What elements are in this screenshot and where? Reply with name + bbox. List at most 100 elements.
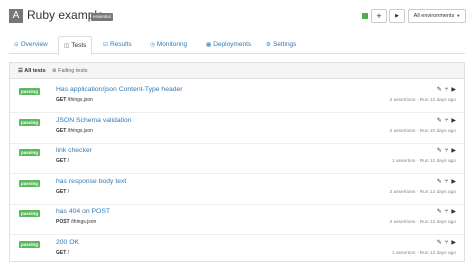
row-actions: ✎ ⑂ ▶ [434,147,456,154]
assertion-count: 1 assertion [391,159,416,164]
edit-icon[interactable]: ✎ [437,87,442,93]
request-method: GET [56,249,67,256]
last-run: Run 12 days ago [419,159,456,164]
run-tests-button[interactable]: ▶ [389,9,405,23]
filter-all-tests[interactable]: ☰ All tests [18,67,46,75]
status-badge: passing [19,210,41,217]
test-request: GET / [56,158,69,164]
monitoring-icon: ◷ [150,42,155,48]
test-row[interactable]: passing link checker GET / ✎ ⑂ ▶ 1 assertion ·… [10,144,464,174]
edit-icon[interactable]: ✎ [437,118,442,124]
branch-icon[interactable]: ⑂ [445,87,449,93]
branch-icon[interactable]: ⑂ [445,179,449,185]
tab-label: Deployments [213,41,252,48]
tab-tests[interactable]: ◫ Tests [58,36,93,55]
last-run: Run 12 days ago [419,250,456,256]
run-icon[interactable]: ▶ [451,87,456,93]
request-method: GET [56,158,67,164]
tab-label: Tests [71,42,87,49]
edit-icon[interactable]: ✎ [437,148,442,154]
tests-icon: ◫ [64,43,70,49]
status-indicator [362,13,368,19]
request-method: GET [56,127,67,134]
plan-badge: essential [91,13,113,21]
test-row[interactable]: passing has 404 on POST POST /things.json ✎… [10,205,464,235]
add-test-button[interactable]: + [371,9,387,23]
assertion-count: 2 assertions [389,220,416,225]
test-row[interactable]: passing 200 OK GET / ✎ ⑂ ▶ 1 assertion · Run 1… [10,236,464,266]
status-badge: passing [19,149,41,156]
edit-icon[interactable]: ✎ [437,179,442,185]
status-badge: passing [19,240,41,248]
test-name-link[interactable]: link checker [56,147,92,154]
tab-deployments[interactable]: ▦ Deployments [201,36,256,54]
row-actions: ✎ ⑂ ▶ [434,86,456,93]
tab-label: Settings [272,41,297,48]
test-meta: 1 assertion · Run 12 days ago [391,159,456,164]
run-icon[interactable]: ▶ [451,148,456,154]
status-badge: passing [19,118,41,126]
test-meta: 2 assertions · Run 12 days ago [389,220,456,225]
row-actions: ✎ ⑂ ▶ [434,178,456,185]
test-name-link[interactable]: JSON Schema validation [56,117,132,124]
project-avatar: A [9,9,23,23]
request-path: /things.json [71,219,97,225]
results-icon: ☑ [103,42,108,48]
last-run: Run 10 days ago [419,128,456,134]
filter-failing-tests[interactable]: ⊗ Failing tests [52,67,88,75]
test-row[interactable]: passing JSON Schema validation GET /things… [10,114,464,144]
branch-icon[interactable]: ⑂ [445,240,449,246]
edit-icon[interactable]: ✎ [437,209,442,215]
test-filter-nav: ☰ All tests ⊗ Failing tests [10,63,464,79]
row-actions: ✎ ⑂ ▶ [434,117,456,124]
row-actions: ✎ ⑂ ▶ [434,239,456,246]
edit-icon[interactable]: ✎ [437,240,442,246]
tab-settings[interactable]: ⚙ Settings [261,36,301,54]
run-icon[interactable]: ▶ [451,118,456,124]
project-tabs: ⊙ Overview ◫ Tests ☑ Results ◷ Monitoring ▦ D… [9,36,465,55]
run-icon[interactable]: ▶ [451,179,456,185]
last-run: Run 12 days ago [419,220,456,225]
test-meta: 1 assertion · Run 12 days ago [391,250,456,256]
run-icon[interactable]: ▶ [451,240,456,246]
row-actions: ✎ ⑂ ▶ [434,208,456,215]
run-icon[interactable]: ▶ [451,209,456,215]
request-method: GET [56,188,67,195]
request-method: POST [56,219,70,225]
filter-label: Failing tests [58,68,88,74]
test-row[interactable]: passing has response body text GET / ✎ ⑂ ▶ 2 a… [10,175,464,205]
test-request: GET /things.json [56,128,93,134]
test-request: GET / [56,250,69,256]
test-request: GET / [56,189,69,195]
environment-dropdown[interactable]: All environments ▼ [408,9,466,23]
branch-icon[interactable]: ⑂ [445,118,449,124]
last-run: Run 12 days ago [419,189,456,195]
filter-label: All tests [24,68,46,74]
request-path: /things.json [67,97,93,103]
request-method: GET [56,97,67,103]
branch-icon[interactable]: ⑂ [445,148,449,154]
last-run: Run 12 days ago [419,98,456,103]
app-header: A Ruby example essential + ▶ All environ… [0,0,474,34]
status-badge: passing [19,179,41,187]
tab-results[interactable]: ☑ Results [98,36,137,54]
tab-monitoring[interactable]: ◷ Monitoring [145,36,192,54]
tab-label: Results [109,41,132,48]
test-meta: 2 assertions · Run 12 days ago [389,189,456,195]
tab-overview[interactable]: ⊙ Overview [9,36,53,54]
request-path: / [67,188,70,195]
deployments-icon: ▦ [206,42,212,48]
chevron-down-icon: ▼ [456,13,461,18]
assertion-count: 2 assertions [389,189,416,195]
branch-icon[interactable]: ⑂ [445,209,449,215]
request-path: /things.json [67,127,93,134]
test-row[interactable]: passing Has application/json Content-Type… [10,83,464,113]
tests-panel: ☰ All tests ⊗ Failing tests passing Has a… [9,62,465,262]
settings-icon: ⚙ [266,42,271,48]
tab-label: Overview [20,41,48,48]
test-name-link[interactable]: has response body text [56,178,126,185]
test-request: POST /things.json [56,219,96,225]
test-name-link[interactable]: 200 OK [56,239,79,246]
test-name-link[interactable]: has 404 on POST [56,208,110,215]
test-name-link[interactable]: Has application/json Content-Type header [56,86,183,93]
